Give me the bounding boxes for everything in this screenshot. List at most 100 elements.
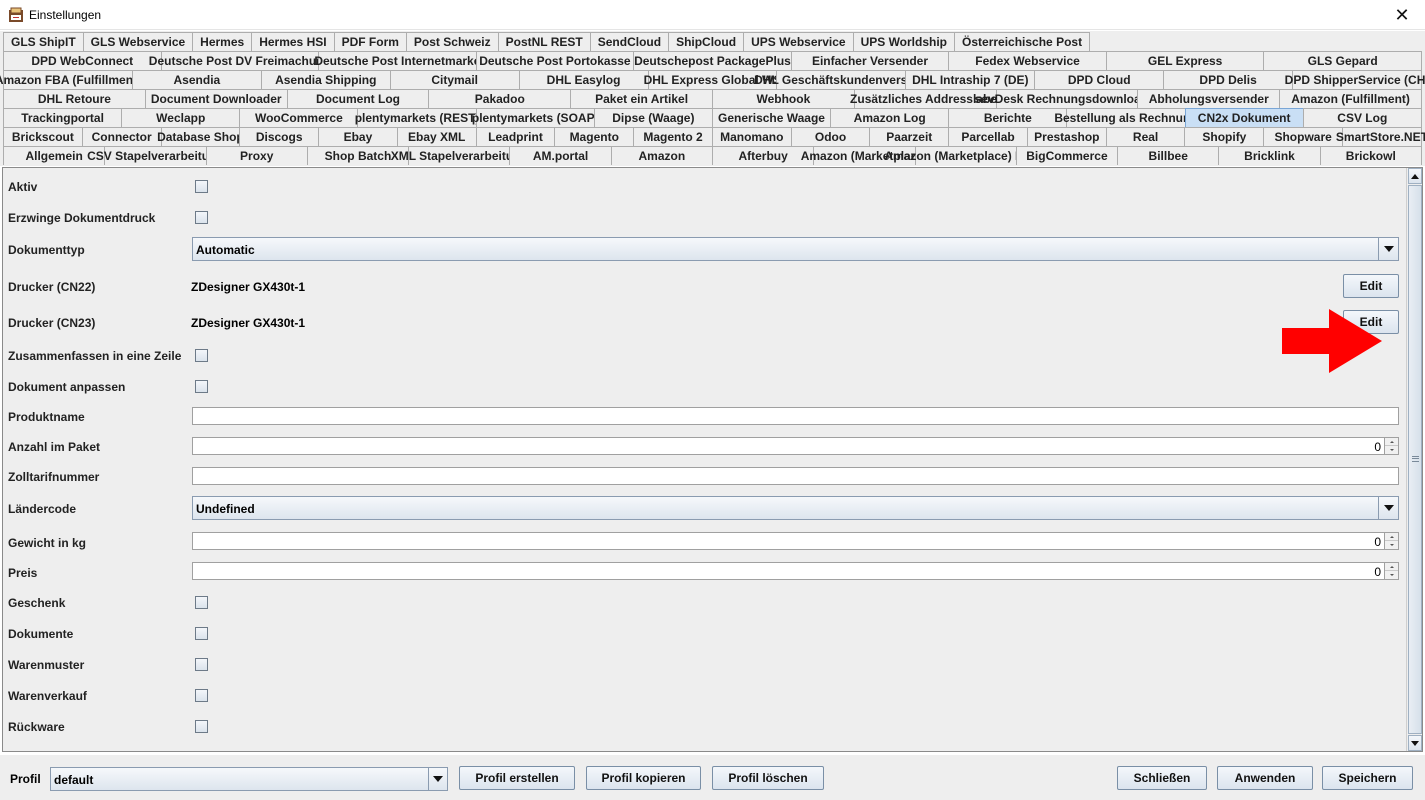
profil-select[interactable]: default <box>50 767 448 791</box>
tab-xml-stapelverarbeitung[interactable]: XML Stapelverarbeitung <box>391 146 528 165</box>
tab-deutsche-post-dv-freimachung[interactable]: Deutsche Post DV Freimachung <box>149 51 331 70</box>
tab-parcellab[interactable]: Parcellab <box>948 127 1028 146</box>
tab-real[interactable]: Real <box>1105 127 1186 146</box>
tab-gel-express[interactable]: GEL Express <box>1105 51 1265 70</box>
tab-deutsche-post-portokasse[interactable]: Deutsche Post Portokasse <box>475 51 635 70</box>
anwenden-button[interactable]: Anwenden <box>1217 766 1313 790</box>
tab-brickscout[interactable]: Brickscout <box>3 127 83 146</box>
tab-csv-stapelverarbeitung[interactable]: CSV Stapelverarbeitung <box>87 146 224 165</box>
rueckware-checkbox[interactable] <box>195 720 208 733</box>
tab-plentymarkets-soap[interactable]: plentymarkets (SOAP) <box>472 108 599 127</box>
tab-ebay-xml[interactable]: Ebay XML <box>396 127 477 146</box>
tab-gls-shipit[interactable]: GLS ShipIT <box>3 32 84 51</box>
tab-dhl-gesch-ftskundenversand[interactable]: DHL Geschäftskundenversand <box>754 70 929 89</box>
tab-magento-2[interactable]: Magento 2 <box>633 127 713 146</box>
tab-csv-log[interactable]: CSV Log <box>1302 108 1422 127</box>
tab-einfacher-versender[interactable]: Einfacher Versender <box>790 51 950 70</box>
tab-dhl-retoure[interactable]: DHL Retoure <box>3 89 146 108</box>
tab-dpd-cloud[interactable]: DPD Cloud <box>1034 70 1165 89</box>
tab-trackingportal[interactable]: Trackingportal <box>3 108 123 127</box>
gewicht-stepper[interactable] <box>1384 533 1398 549</box>
tab-billbee[interactable]: Billbee <box>1117 146 1220 165</box>
produktname-input[interactable] <box>192 407 1399 425</box>
tab-brickowl[interactable]: Brickowl <box>1319 146 1422 165</box>
tab-postnl-rest[interactable]: PostNL REST <box>497 32 591 51</box>
tab-paarzeit[interactable]: Paarzeit <box>869 127 950 146</box>
profil-erstellen-button[interactable]: Profil erstellen <box>459 766 575 790</box>
increment-icon[interactable] <box>1385 533 1398 541</box>
anzahl-stepper[interactable] <box>1384 438 1398 454</box>
preis-spinner[interactable]: 0 <box>192 562 1399 580</box>
tab-bricklink[interactable]: Bricklink <box>1218 146 1321 165</box>
tab-citymail[interactable]: Citymail <box>389 70 520 89</box>
tab-amazon-marketplace-rest[interactable]: Amazon (Marketplace) REST <box>884 146 1047 165</box>
decrement-icon[interactable] <box>1385 541 1398 549</box>
tab-manomano[interactable]: Manomano <box>711 127 792 146</box>
tab-shopware[interactable]: Shopware <box>1263 127 1344 146</box>
tab-smartstore-net[interactable]: SmartStore.NET <box>1336 127 1425 146</box>
tab-document-log[interactable]: Document Log <box>286 89 430 108</box>
dokumente-checkbox[interactable] <box>195 627 208 640</box>
vertical-scrollbar[interactable] <box>1406 168 1422 751</box>
scroll-up-icon[interactable] <box>1408 168 1422 184</box>
warenmuster-checkbox[interactable] <box>195 658 208 671</box>
tab-post-schweiz[interactable]: Post Schweiz <box>405 32 499 51</box>
tab-asendia-shipping[interactable]: Asendia Shipping <box>260 70 391 89</box>
tab-database-shop[interactable]: Database Shop <box>157 127 244 146</box>
tab-sterreichische-post[interactable]: Österreichische Post <box>954 32 1091 51</box>
profil-loeschen-button[interactable]: Profil löschen <box>712 766 824 790</box>
increment-icon[interactable] <box>1385 563 1398 571</box>
tab-gls-gepard[interactable]: GLS Gepard <box>1263 51 1422 70</box>
tab-asendia[interactable]: Asendia <box>131 70 262 89</box>
decrement-icon[interactable] <box>1385 571 1398 579</box>
tab-dpd-delis[interactable]: DPD Delis <box>1163 70 1294 89</box>
zusammenfassen-checkbox[interactable] <box>195 349 208 362</box>
decrement-icon[interactable] <box>1385 446 1398 454</box>
tab-document-downloader[interactable]: Document Downloader <box>144 89 288 108</box>
tab-dhl-intraship-7-de[interactable]: DHL Intraship 7 (DE) <box>905 70 1036 89</box>
tab-leadprint[interactable]: Leadprint <box>475 127 556 146</box>
tab-ebay[interactable]: Ebay <box>318 127 398 146</box>
schliessen-button[interactable]: Schließen <box>1117 766 1207 790</box>
tab-amazon[interactable]: Amazon <box>610 146 713 165</box>
tab-am-portal[interactable]: AM.portal <box>509 146 612 165</box>
tab-deutsche-post-internetmarke[interactable]: Deutsche Post Internetmarke <box>314 51 480 70</box>
tab-dpd-shipperservice-ch[interactable]: DPD ShipperService (CH) <box>1285 70 1425 89</box>
tab-shopify[interactable]: Shopify <box>1184 127 1265 146</box>
warenverkauf-checkbox[interactable] <box>195 689 208 702</box>
tab-afterbuy[interactable]: Afterbuy <box>711 146 815 165</box>
tab-amazon-fulfillment[interactable]: Amazon (Fulfillment) <box>1279 89 1422 108</box>
scroll-down-icon[interactable] <box>1408 735 1422 751</box>
tab-dipse-waage[interactable]: Dipse (Waage) <box>593 108 713 127</box>
profil-kopieren-button[interactable]: Profil kopieren <box>586 766 701 790</box>
tab-hermes[interactable]: Hermes <box>192 32 253 51</box>
tab-bigcommerce[interactable]: BigCommerce <box>1015 146 1119 165</box>
chevron-down-icon[interactable] <box>1378 238 1398 260</box>
tab-amazon-log[interactable]: Amazon Log <box>830 108 950 127</box>
dokument-anpassen-checkbox[interactable] <box>195 380 208 393</box>
dokumenttyp-select[interactable]: Automatic <box>192 237 1399 261</box>
tab-gls-webservice[interactable]: GLS Webservice <box>82 32 194 51</box>
tab-ups-webservice[interactable]: UPS Webservice <box>743 32 854 51</box>
scroll-thumb[interactable] <box>1408 185 1422 734</box>
tab-proxy[interactable]: Proxy <box>205 146 308 165</box>
tab-abholungsversender[interactable]: Abholungsversender <box>1137 89 1281 108</box>
tab-amazon-fba-fulfillment[interactable]: Amazon FBA (Fulfillment) <box>0 70 141 89</box>
tab-berichte[interactable]: Berichte <box>948 108 1068 127</box>
aktiv-checkbox[interactable] <box>195 180 208 193</box>
chevron-down-icon[interactable] <box>1378 497 1398 519</box>
tab-pdf-form[interactable]: PDF Form <box>333 32 407 51</box>
tab-deutschepost-packageplus[interactable]: Deutschepost PackagePlus <box>633 51 792 70</box>
zolltarif-input[interactable] <box>192 467 1399 485</box>
tab-ups-worldship[interactable]: UPS Worldship <box>852 32 956 51</box>
tab-odoo[interactable]: Odoo <box>790 127 871 146</box>
tab-plentymarkets-rest[interactable]: plentymarkets (REST) <box>355 108 479 127</box>
tab-bestellung-als-rechnung[interactable]: Bestellung als Rechnung <box>1054 108 1198 127</box>
tab-dhl-easylog[interactable]: DHL Easylog <box>518 70 649 89</box>
anzahl-spinner[interactable]: 0 <box>192 437 1399 455</box>
tab-pakadoo[interactable]: Pakadoo <box>428 89 572 108</box>
tab-sendcloud[interactable]: SendCloud <box>589 32 670 51</box>
chevron-down-icon[interactable] <box>428 768 447 790</box>
tab-webhook[interactable]: Webhook <box>711 89 855 108</box>
tab-paket-ein-artikel[interactable]: Paket ein Artikel <box>570 89 713 108</box>
